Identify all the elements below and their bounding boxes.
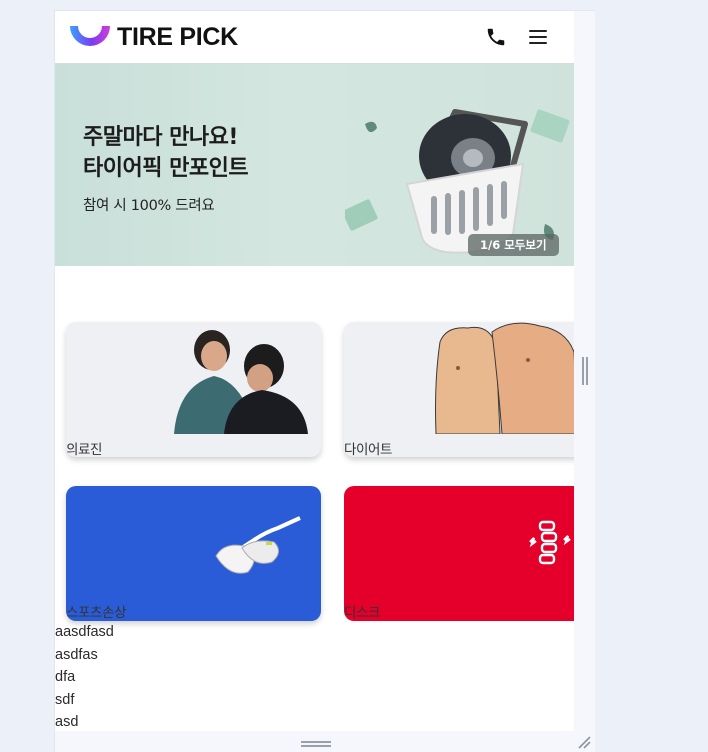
hamburger-menu-icon[interactable]: [529, 30, 547, 44]
corner-resize-handle-icon[interactable]: [577, 735, 591, 749]
doctors-photo: [174, 330, 308, 434]
app-header: TIRE PICK: [55, 11, 574, 64]
category-card-disc[interactable]: 디스크: [344, 486, 574, 621]
medical-device-icon: [215, 516, 301, 574]
category-card-sports-injury[interactable]: 스포츠손상: [66, 486, 321, 621]
logo-mark-icon[interactable]: [69, 25, 111, 47]
banner-pager-button[interactable]: 1/6 모두보기: [468, 234, 559, 256]
category-card-diet[interactable]: 다이어트: [344, 322, 574, 457]
banner-title: 주말마다 만나요! 타이어픽 만포인트: [83, 125, 249, 181]
list-item: sdf: [55, 692, 75, 708]
category-label-sports-injury: 스포츠손상: [66, 605, 127, 621]
category-label-medical: 의료진: [66, 442, 103, 457]
mobile-viewport: TIRE PICK 주말마다 만나요! 타이어픽 만포인트 참여 시 100% …: [55, 11, 574, 731]
diet-body-photo: [435, 322, 574, 434]
list-item: asdfas: [55, 647, 98, 663]
banner-subtitle: 참여 시 100% 드려요: [83, 198, 215, 214]
promo-banner[interactable]: 주말마다 만나요! 타이어픽 만포인트 참여 시 100% 드려요 1/6 모두…: [55, 64, 574, 266]
brand-logo-text[interactable]: TIRE PICK: [117, 23, 238, 52]
list-item: dfa: [55, 669, 76, 685]
category-label-disc: 디스크: [344, 605, 381, 621]
side-resize-handle[interactable]: [582, 357, 588, 385]
list-item: asd: [55, 714, 79, 730]
category-card-medical[interactable]: 의료진: [66, 322, 321, 457]
resizable-frame: TIRE PICK 주말마다 만나요! 타이어픽 만포인트 참여 시 100% …: [54, 10, 595, 752]
spine-icon: [529, 520, 571, 565]
phone-icon[interactable]: [485, 26, 507, 48]
bottom-resize-handle[interactable]: [301, 741, 331, 747]
list-item: aasdfasd: [55, 624, 114, 640]
category-label-diet: 다이어트: [344, 442, 393, 457]
